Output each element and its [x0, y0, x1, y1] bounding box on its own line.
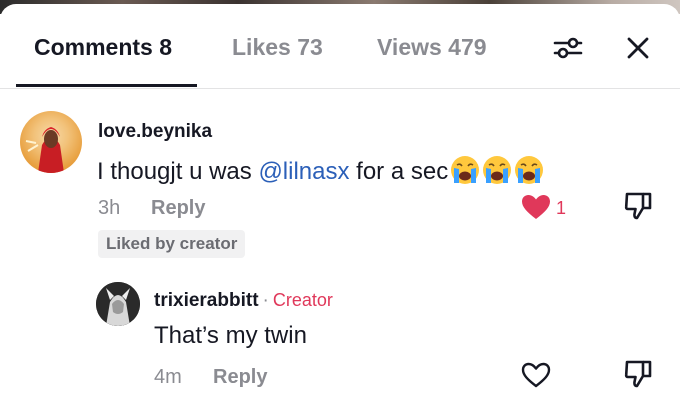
like-button[interactable]: [520, 193, 552, 221]
avatar-image: [96, 282, 140, 326]
comment-text: I thougjt u was @lilnasx for a sec: [97, 155, 544, 186]
thumbs-down-icon: [624, 192, 652, 220]
loudly-crying-face-icon: [515, 156, 544, 184]
avatar-image: [25, 127, 64, 173]
tab-comments[interactable]: Comments 8: [34, 34, 172, 61]
tab-views[interactable]: Views 479: [377, 34, 487, 61]
dislike-button[interactable]: [622, 190, 654, 222]
comment-text: That’s my twin: [154, 322, 307, 349]
comment-username[interactable]: love.beynika: [98, 121, 212, 143]
active-tab-indicator: [16, 84, 197, 87]
reply-username-line: trixierabbitt · Creator: [154, 290, 333, 312]
like-button[interactable]: [520, 360, 552, 390]
heart-outline-icon: [521, 362, 551, 388]
close-icon: [627, 37, 649, 59]
dislike-button[interactable]: [622, 358, 654, 390]
separator-dot: ·: [262, 290, 269, 311]
comments-sheet: Comments 8 Likes 73 Views 479 love.beyni…: [0, 4, 680, 404]
avatar[interactable]: [20, 111, 82, 173]
tab-bar: Comments 8 Likes 73 Views 479: [0, 4, 680, 89]
creator-label: Creator: [272, 290, 333, 310]
liked-by-creator-badge: Liked by creator: [98, 230, 246, 258]
heart-icon: [522, 195, 550, 219]
loudly-crying-face-icon: [483, 156, 512, 184]
comment-timestamp: 4m: [154, 366, 182, 388]
reply-button[interactable]: Reply: [213, 366, 267, 389]
mention-link[interactable]: @lilnasx: [258, 158, 349, 185]
reply-button[interactable]: Reply: [151, 197, 205, 220]
thumbs-down-icon: [624, 360, 652, 388]
like-count: 1: [556, 198, 567, 218]
comment-text-part: for a sec: [349, 158, 449, 185]
tab-likes[interactable]: Likes 73: [232, 34, 323, 61]
comment-timestamp: 3h: [98, 197, 121, 219]
loudly-crying-face-icon: [451, 156, 480, 184]
comment-username[interactable]: trixierabbitt: [154, 290, 259, 311]
filter-sliders-icon: [553, 37, 583, 59]
avatar[interactable]: [96, 282, 140, 326]
comment-text-part: I thougjt u was: [97, 158, 259, 185]
filter-button[interactable]: [552, 32, 584, 64]
close-button[interactable]: [622, 32, 654, 64]
